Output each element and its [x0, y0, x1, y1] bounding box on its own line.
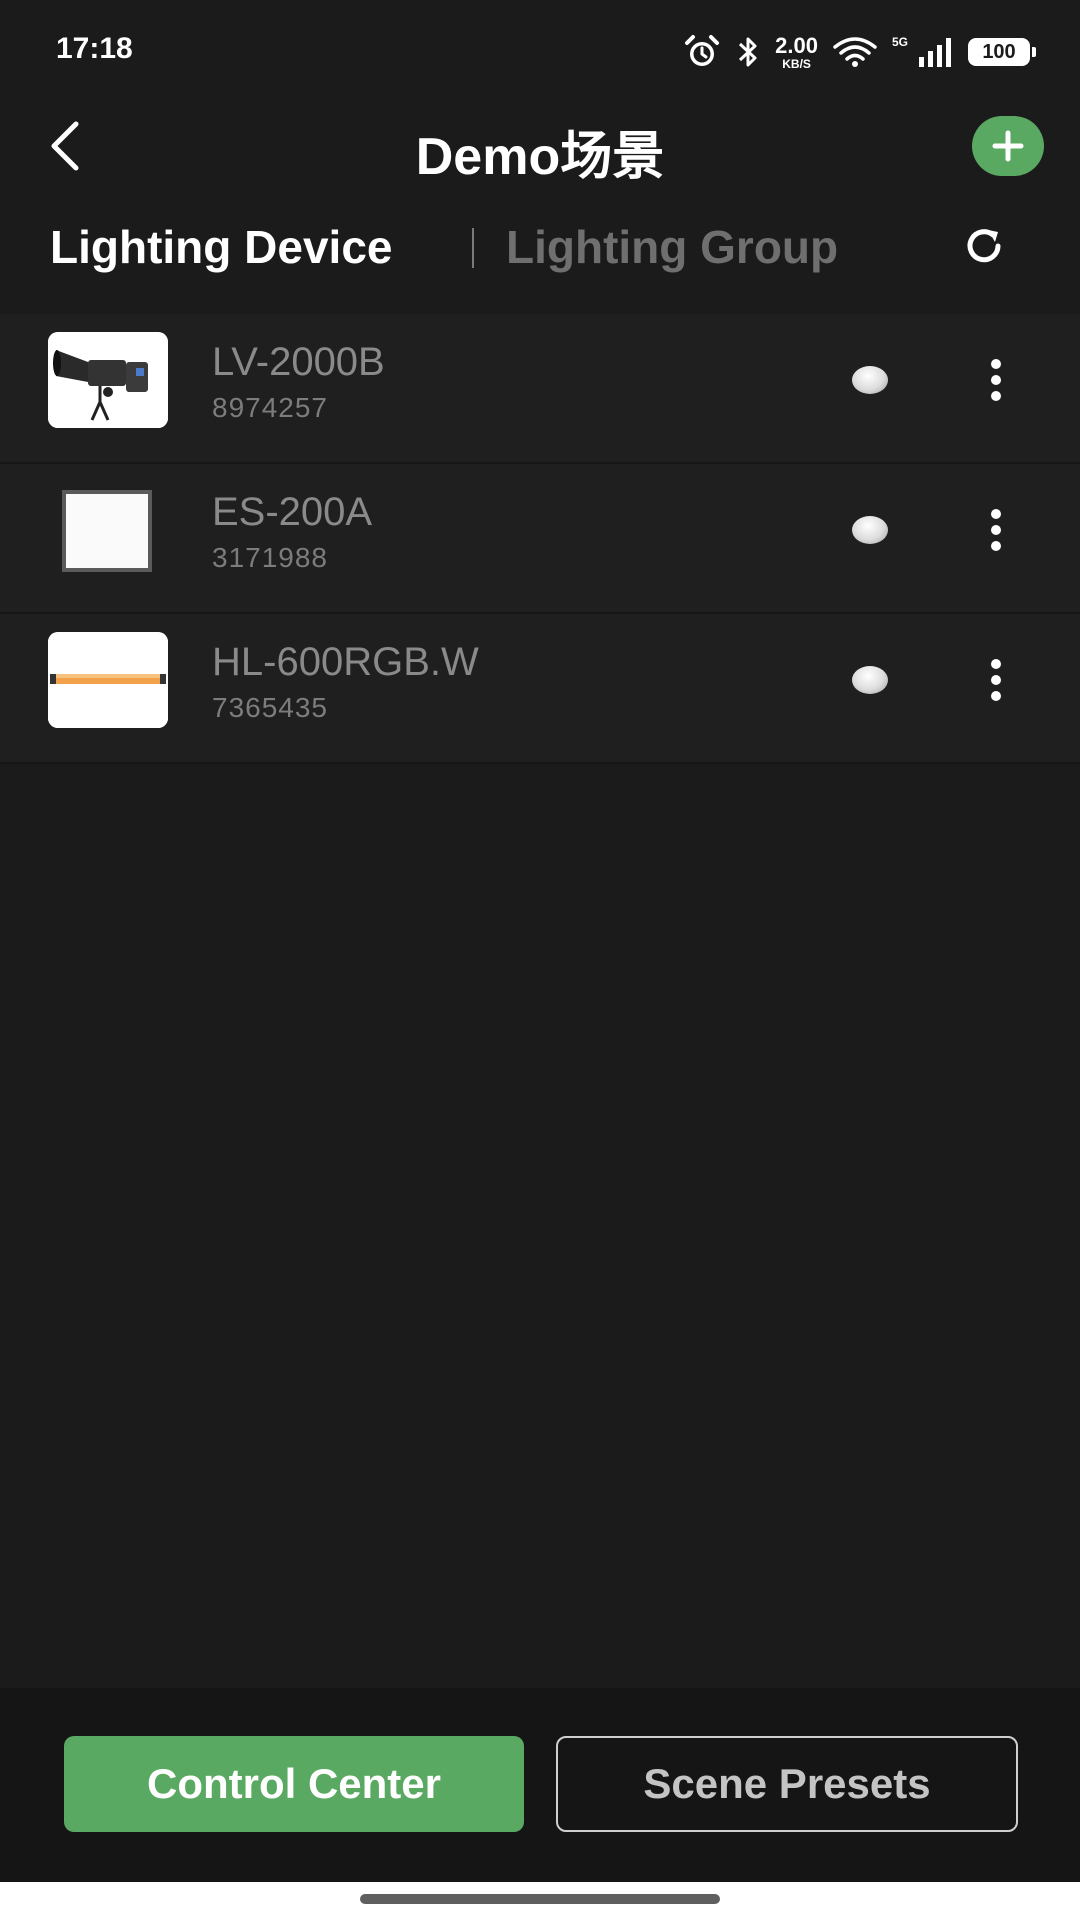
battery-icon: 100	[968, 38, 1036, 66]
more-dot	[991, 391, 1001, 401]
device-id: 3171988	[212, 542, 329, 573]
device-name: ES-200A	[212, 490, 373, 534]
network-speed: 2.00 KB/S	[775, 32, 818, 71]
device-name: HL-600RGB.W	[212, 640, 479, 684]
more-dot	[991, 541, 1001, 551]
add-device-button[interactable]	[972, 116, 1044, 176]
connection-status-indicator	[852, 666, 888, 694]
refresh-button[interactable]	[954, 216, 1014, 276]
refresh-icon	[967, 229, 1001, 263]
status-icons: 2.00 KB/S 5G 100	[683, 30, 1036, 74]
more-options-button[interactable]	[974, 350, 1018, 410]
network-type: 5G	[891, 35, 908, 49]
signal-icon	[919, 38, 951, 67]
battery-level: 100	[982, 40, 1016, 63]
alarm-icon	[685, 35, 720, 66]
wifi-icon	[833, 37, 877, 67]
light-panel-image	[62, 490, 152, 572]
device-thumbnail	[48, 632, 168, 728]
scene-screen: 17:18 2.00 KB/S 5G 100 Demo场景 Lighting D…	[0, 0, 1080, 1920]
plus-icon	[992, 130, 1024, 162]
device-row[interactable]: ES-200A 3171988	[0, 464, 1080, 614]
more-dot	[991, 525, 1001, 535]
more-dot	[991, 375, 1001, 385]
bluetooth-icon	[739, 37, 757, 67]
device-thumbnail	[48, 482, 168, 578]
device-id: 8974257	[212, 392, 329, 423]
system-nav-area	[0, 1882, 1080, 1920]
tab-divider	[472, 228, 474, 268]
network-speed-unit: KB/S	[782, 56, 811, 71]
more-dot	[991, 675, 1001, 685]
more-options-button[interactable]	[974, 500, 1018, 560]
control-center-button[interactable]: Control Center	[64, 1736, 524, 1832]
status-bar: 17:18 2.00 KB/S 5G 100	[0, 0, 1080, 100]
home-indicator[interactable]	[360, 1894, 720, 1904]
spotlight-image	[48, 332, 168, 428]
scene-presets-button[interactable]: Scene Presets	[556, 1736, 1018, 1832]
more-options-button[interactable]	[974, 650, 1018, 710]
tab-bar: Lighting Device Lighting Group	[0, 200, 1080, 292]
connection-status-indicator	[852, 366, 888, 394]
tab-lighting-group[interactable]: Lighting Group	[506, 220, 838, 274]
device-id: 7365435	[212, 692, 329, 723]
device-row[interactable]: HL-600RGB.W 7365435	[0, 614, 1080, 764]
network-speed-value: 2.00	[775, 32, 818, 58]
header: Demo场景	[0, 100, 1080, 192]
device-list: LV-2000B 8974257 ES-200A 3171988 HL-600R…	[0, 314, 1080, 764]
more-dot	[991, 359, 1001, 369]
bottom-action-bar: Control Center Scene Presets	[0, 1688, 1080, 1882]
page-title: Demo场景	[415, 128, 665, 186]
device-row[interactable]: LV-2000B 8974257	[0, 314, 1080, 464]
device-name: LV-2000B	[212, 340, 385, 384]
more-dot	[991, 659, 1001, 669]
tube-light-image	[48, 632, 168, 728]
connection-status-indicator	[852, 516, 888, 544]
device-thumbnail	[48, 332, 168, 428]
tab-lighting-device[interactable]: Lighting Device	[50, 220, 392, 274]
status-time: 17:18	[56, 32, 133, 65]
more-dot	[991, 509, 1001, 519]
more-dot	[991, 691, 1001, 701]
